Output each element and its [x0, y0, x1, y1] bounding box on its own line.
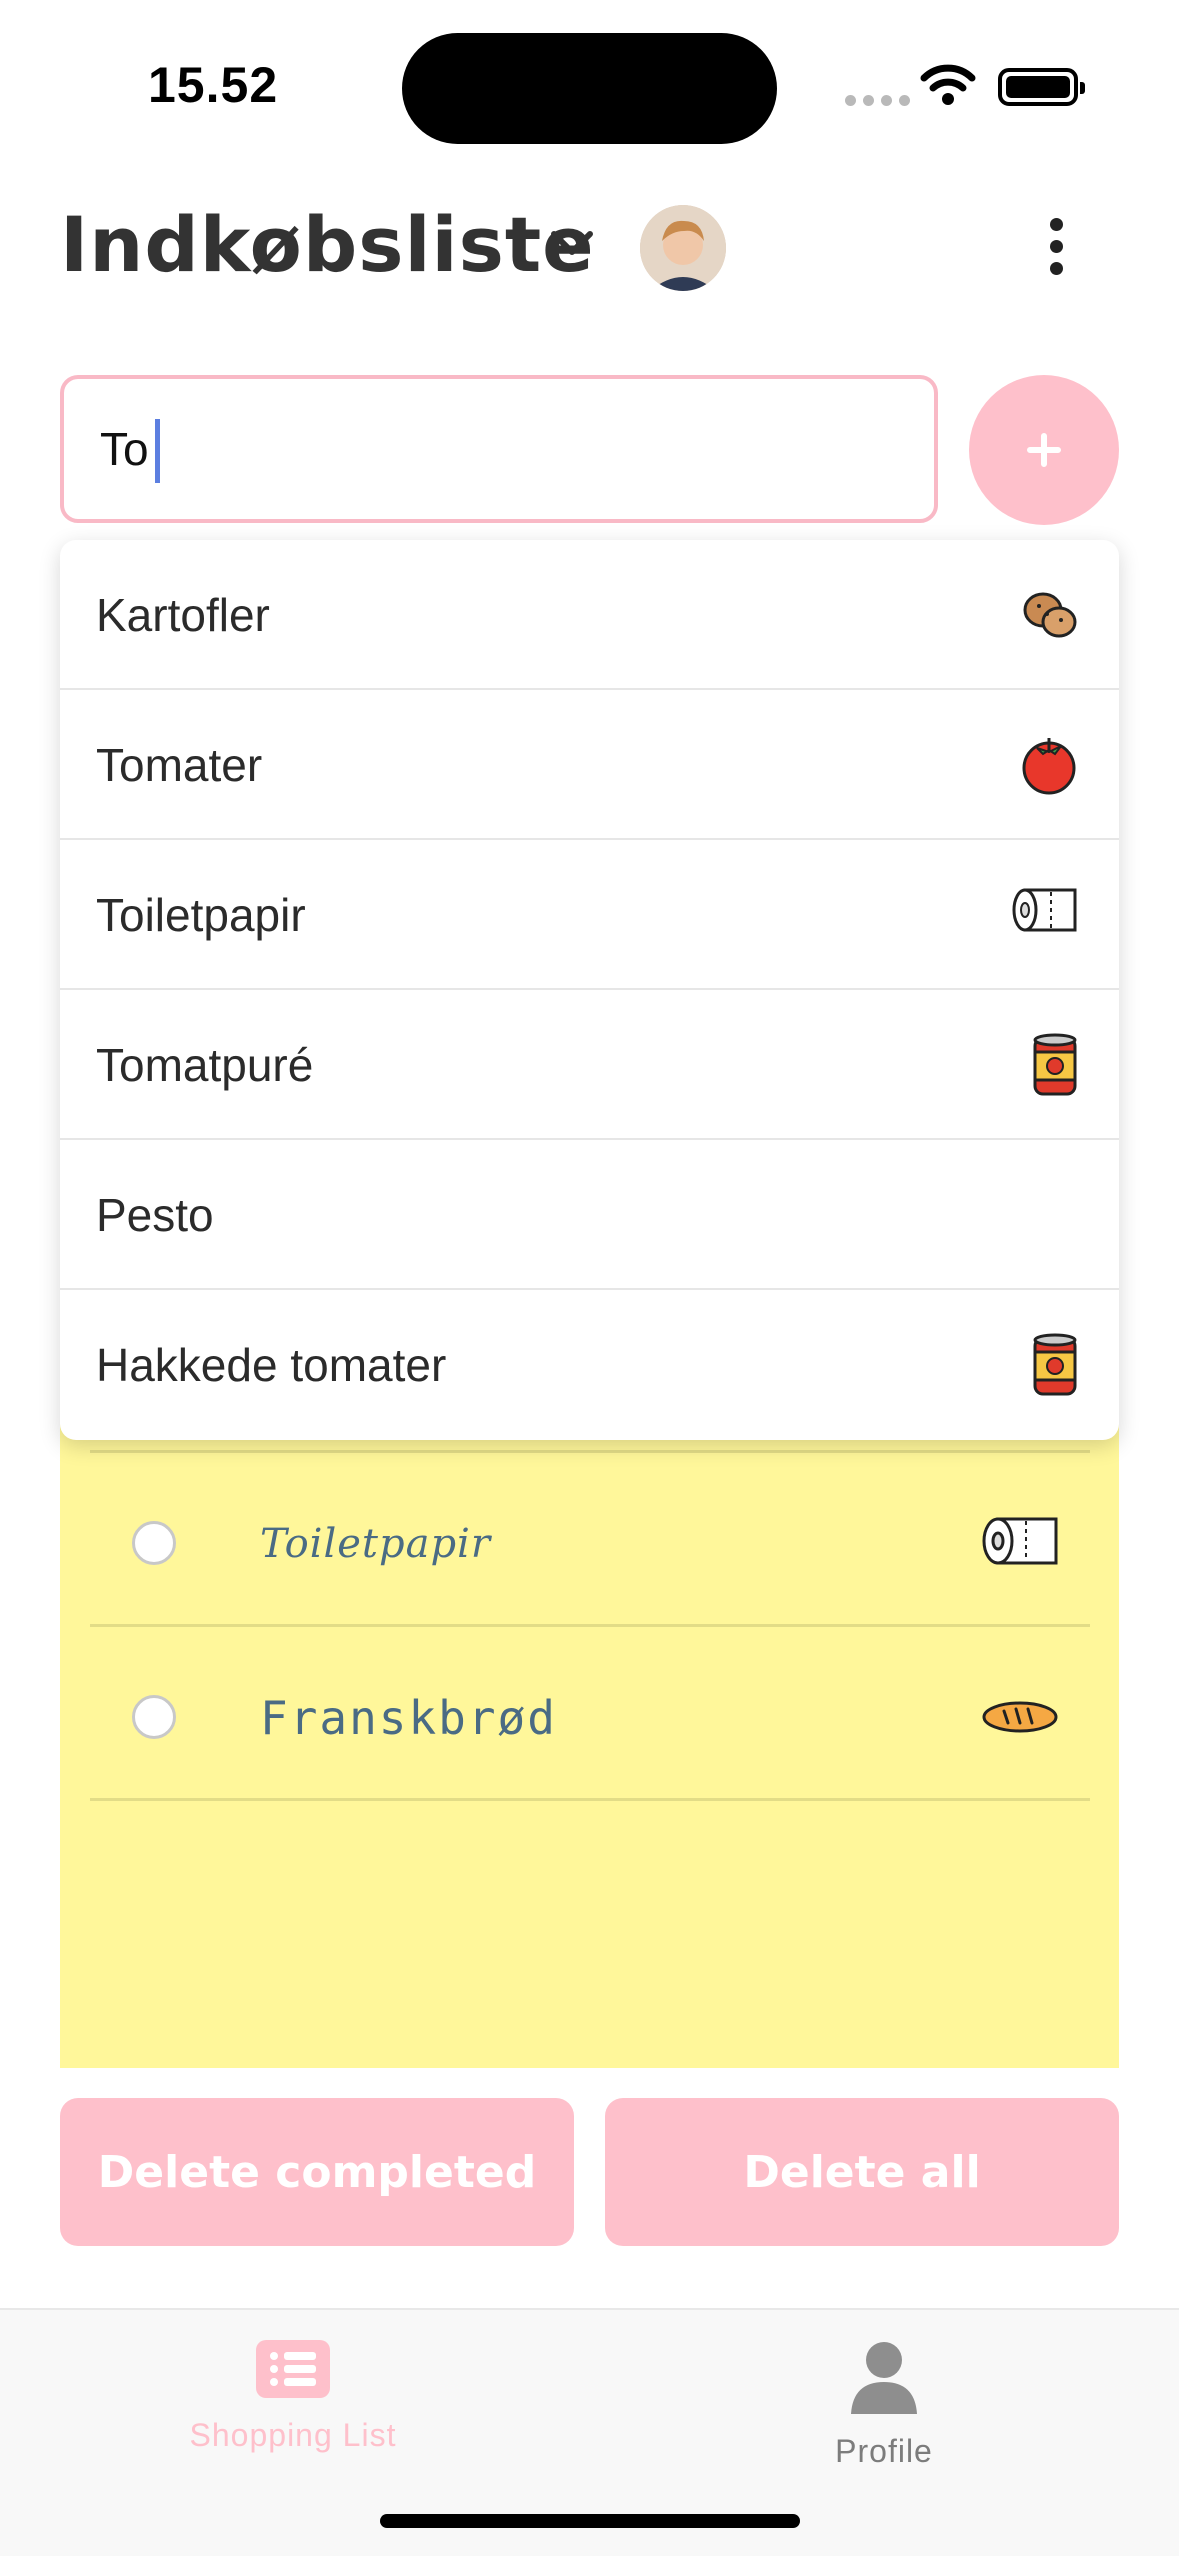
tomato-icon	[1022, 738, 1076, 795]
list-icon	[256, 2340, 330, 2398]
toilet-paper-icon	[982, 1517, 1058, 1565]
suggestion-item[interactable]: Tomatpuré	[60, 990, 1119, 1140]
tab-shopping-list[interactable]: Shopping List	[133, 2340, 453, 2454]
suggestions-dropdown: Kartofler Tomater Toiletpapir Tomatpuré	[60, 540, 1119, 1440]
tab-label: Profile	[835, 2433, 933, 2469]
home-indicator	[380, 2514, 800, 2528]
toilet-paper-icon	[1012, 888, 1077, 932]
can-icon	[1033, 1333, 1077, 1396]
suggestion-item[interactable]: Tomater	[60, 690, 1119, 840]
item-checkbox[interactable]	[132, 1521, 176, 1565]
list-item-label: Franskbrød	[260, 1691, 557, 1745]
delete-all-button[interactable]: Delete all	[605, 2098, 1119, 2246]
plus-icon	[1027, 433, 1061, 467]
list-item-label: Toiletpapir	[260, 1521, 491, 1567]
suggestion-label: Tomater	[96, 739, 263, 791]
delete-completed-button[interactable]: Delete completed	[60, 2098, 574, 2246]
chevron-down-icon[interactable]	[548, 228, 596, 260]
suggestion-label: Toiletpapir	[96, 889, 306, 941]
dynamic-island	[402, 33, 777, 144]
bread-icon	[982, 1701, 1058, 1733]
suggestion-item[interactable]: Hakkede tomater	[60, 1290, 1119, 1440]
item-input[interactable]	[100, 409, 880, 489]
item-input-wrapper	[60, 375, 938, 523]
wifi-icon	[920, 64, 976, 105]
suggestion-item[interactable]: Pesto	[60, 1140, 1119, 1290]
status-time: 15.52	[148, 57, 279, 113]
suggestion-item[interactable]: Toiletpapir	[60, 840, 1119, 990]
page-title: Indkøbsliste	[60, 200, 595, 289]
can-icon	[1033, 1033, 1077, 1096]
add-item-button[interactable]	[969, 375, 1119, 525]
suggestion-item[interactable]: Kartofler	[60, 540, 1119, 690]
suggestion-label: Hakkede tomater	[96, 1339, 447, 1391]
avatar[interactable]	[640, 205, 726, 291]
potato-icon	[1023, 592, 1077, 638]
text-caret	[155, 419, 160, 483]
suggestion-label: Pesto	[96, 1189, 214, 1241]
signal-icon	[845, 95, 910, 106]
list-item[interactable]: Franskbrød	[90, 1627, 1090, 1801]
tab-profile[interactable]: Profile	[724, 2340, 1044, 2470]
list-item[interactable]: Toiletpapir	[90, 1453, 1090, 1627]
suggestion-label: Tomatpuré	[96, 1039, 314, 1091]
item-checkbox[interactable]	[132, 1695, 176, 1739]
more-vertical-icon[interactable]	[1050, 218, 1063, 275]
person-icon	[851, 2342, 917, 2414]
tab-label: Shopping List	[189, 2417, 397, 2453]
suggestion-label: Kartofler	[96, 589, 270, 641]
shopping-list-note: Toiletpapir Franskbrød	[60, 1410, 1119, 2068]
battery-icon	[998, 68, 1085, 106]
